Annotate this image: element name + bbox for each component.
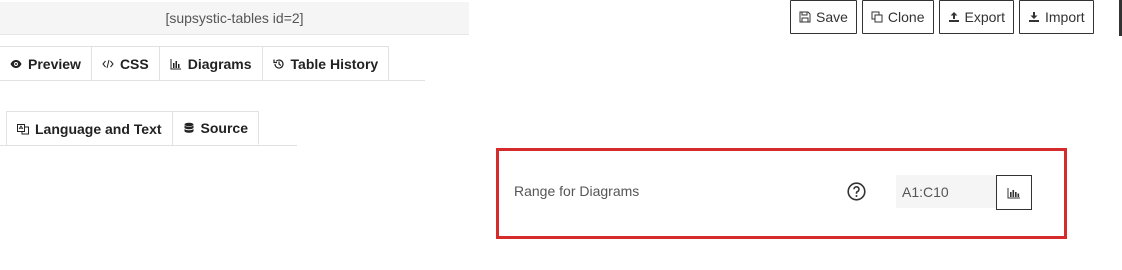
- range-for-diagrams-label: Range for Diagrams: [514, 183, 640, 199]
- editor-tabs: Preview CSS Diagrams Table History: [0, 46, 390, 80]
- tab-css-label: CSS: [119, 55, 149, 72]
- language-icon: [17, 123, 29, 134]
- clone-icon: [871, 11, 883, 23]
- tab-preview-label: Preview: [28, 55, 81, 72]
- tab-diagrams-label: Diagrams: [187, 55, 252, 72]
- tab-language-label: Language and Text: [35, 120, 162, 137]
- shortcode-text: [supsystic-tables id=2]: [165, 10, 304, 26]
- tabs-divider: [0, 80, 425, 81]
- upload-icon: [948, 12, 959, 22]
- save-label: Save: [816, 9, 848, 25]
- shortcode-display[interactable]: [supsystic-tables id=2]: [0, 2, 469, 35]
- question-circle-icon[interactable]: [847, 182, 866, 201]
- tab-source[interactable]: Source: [172, 111, 260, 145]
- tab-source-label: Source: [200, 120, 249, 136]
- tab-diagrams[interactable]: Diagrams: [159, 46, 263, 80]
- select-range-button[interactable]: [996, 175, 1032, 210]
- tab-css[interactable]: CSS: [91, 46, 160, 80]
- tab-table-history-label: Table History: [290, 55, 379, 72]
- code-icon: [102, 59, 114, 68]
- eye-icon: [10, 59, 22, 68]
- settings-tabs: Language and Text Source: [0, 111, 260, 145]
- history-icon: [272, 58, 284, 69]
- clone-label: Clone: [887, 9, 925, 25]
- export-button[interactable]: Export: [938, 0, 1014, 34]
- settings-tabs-divider: [0, 145, 297, 146]
- import-label: Import: [1044, 9, 1085, 25]
- tab-preview[interactable]: Preview: [0, 46, 92, 80]
- tab-language-and-text[interactable]: Language and Text: [6, 111, 173, 145]
- import-button[interactable]: Import: [1018, 0, 1094, 34]
- range-input[interactable]: [896, 175, 996, 208]
- toolbar: Save Clone Export Import: [790, 0, 1094, 36]
- save-button[interactable]: Save: [790, 0, 857, 34]
- tab-table-history[interactable]: Table History: [262, 46, 390, 80]
- export-label: Export: [964, 9, 1005, 25]
- bar-chart-icon: [170, 58, 181, 69]
- bar-chart-icon: [1007, 187, 1020, 198]
- clone-button[interactable]: Clone: [861, 0, 934, 34]
- save-icon: [799, 11, 811, 23]
- database-icon: [184, 122, 194, 133]
- download-icon: [1028, 12, 1039, 22]
